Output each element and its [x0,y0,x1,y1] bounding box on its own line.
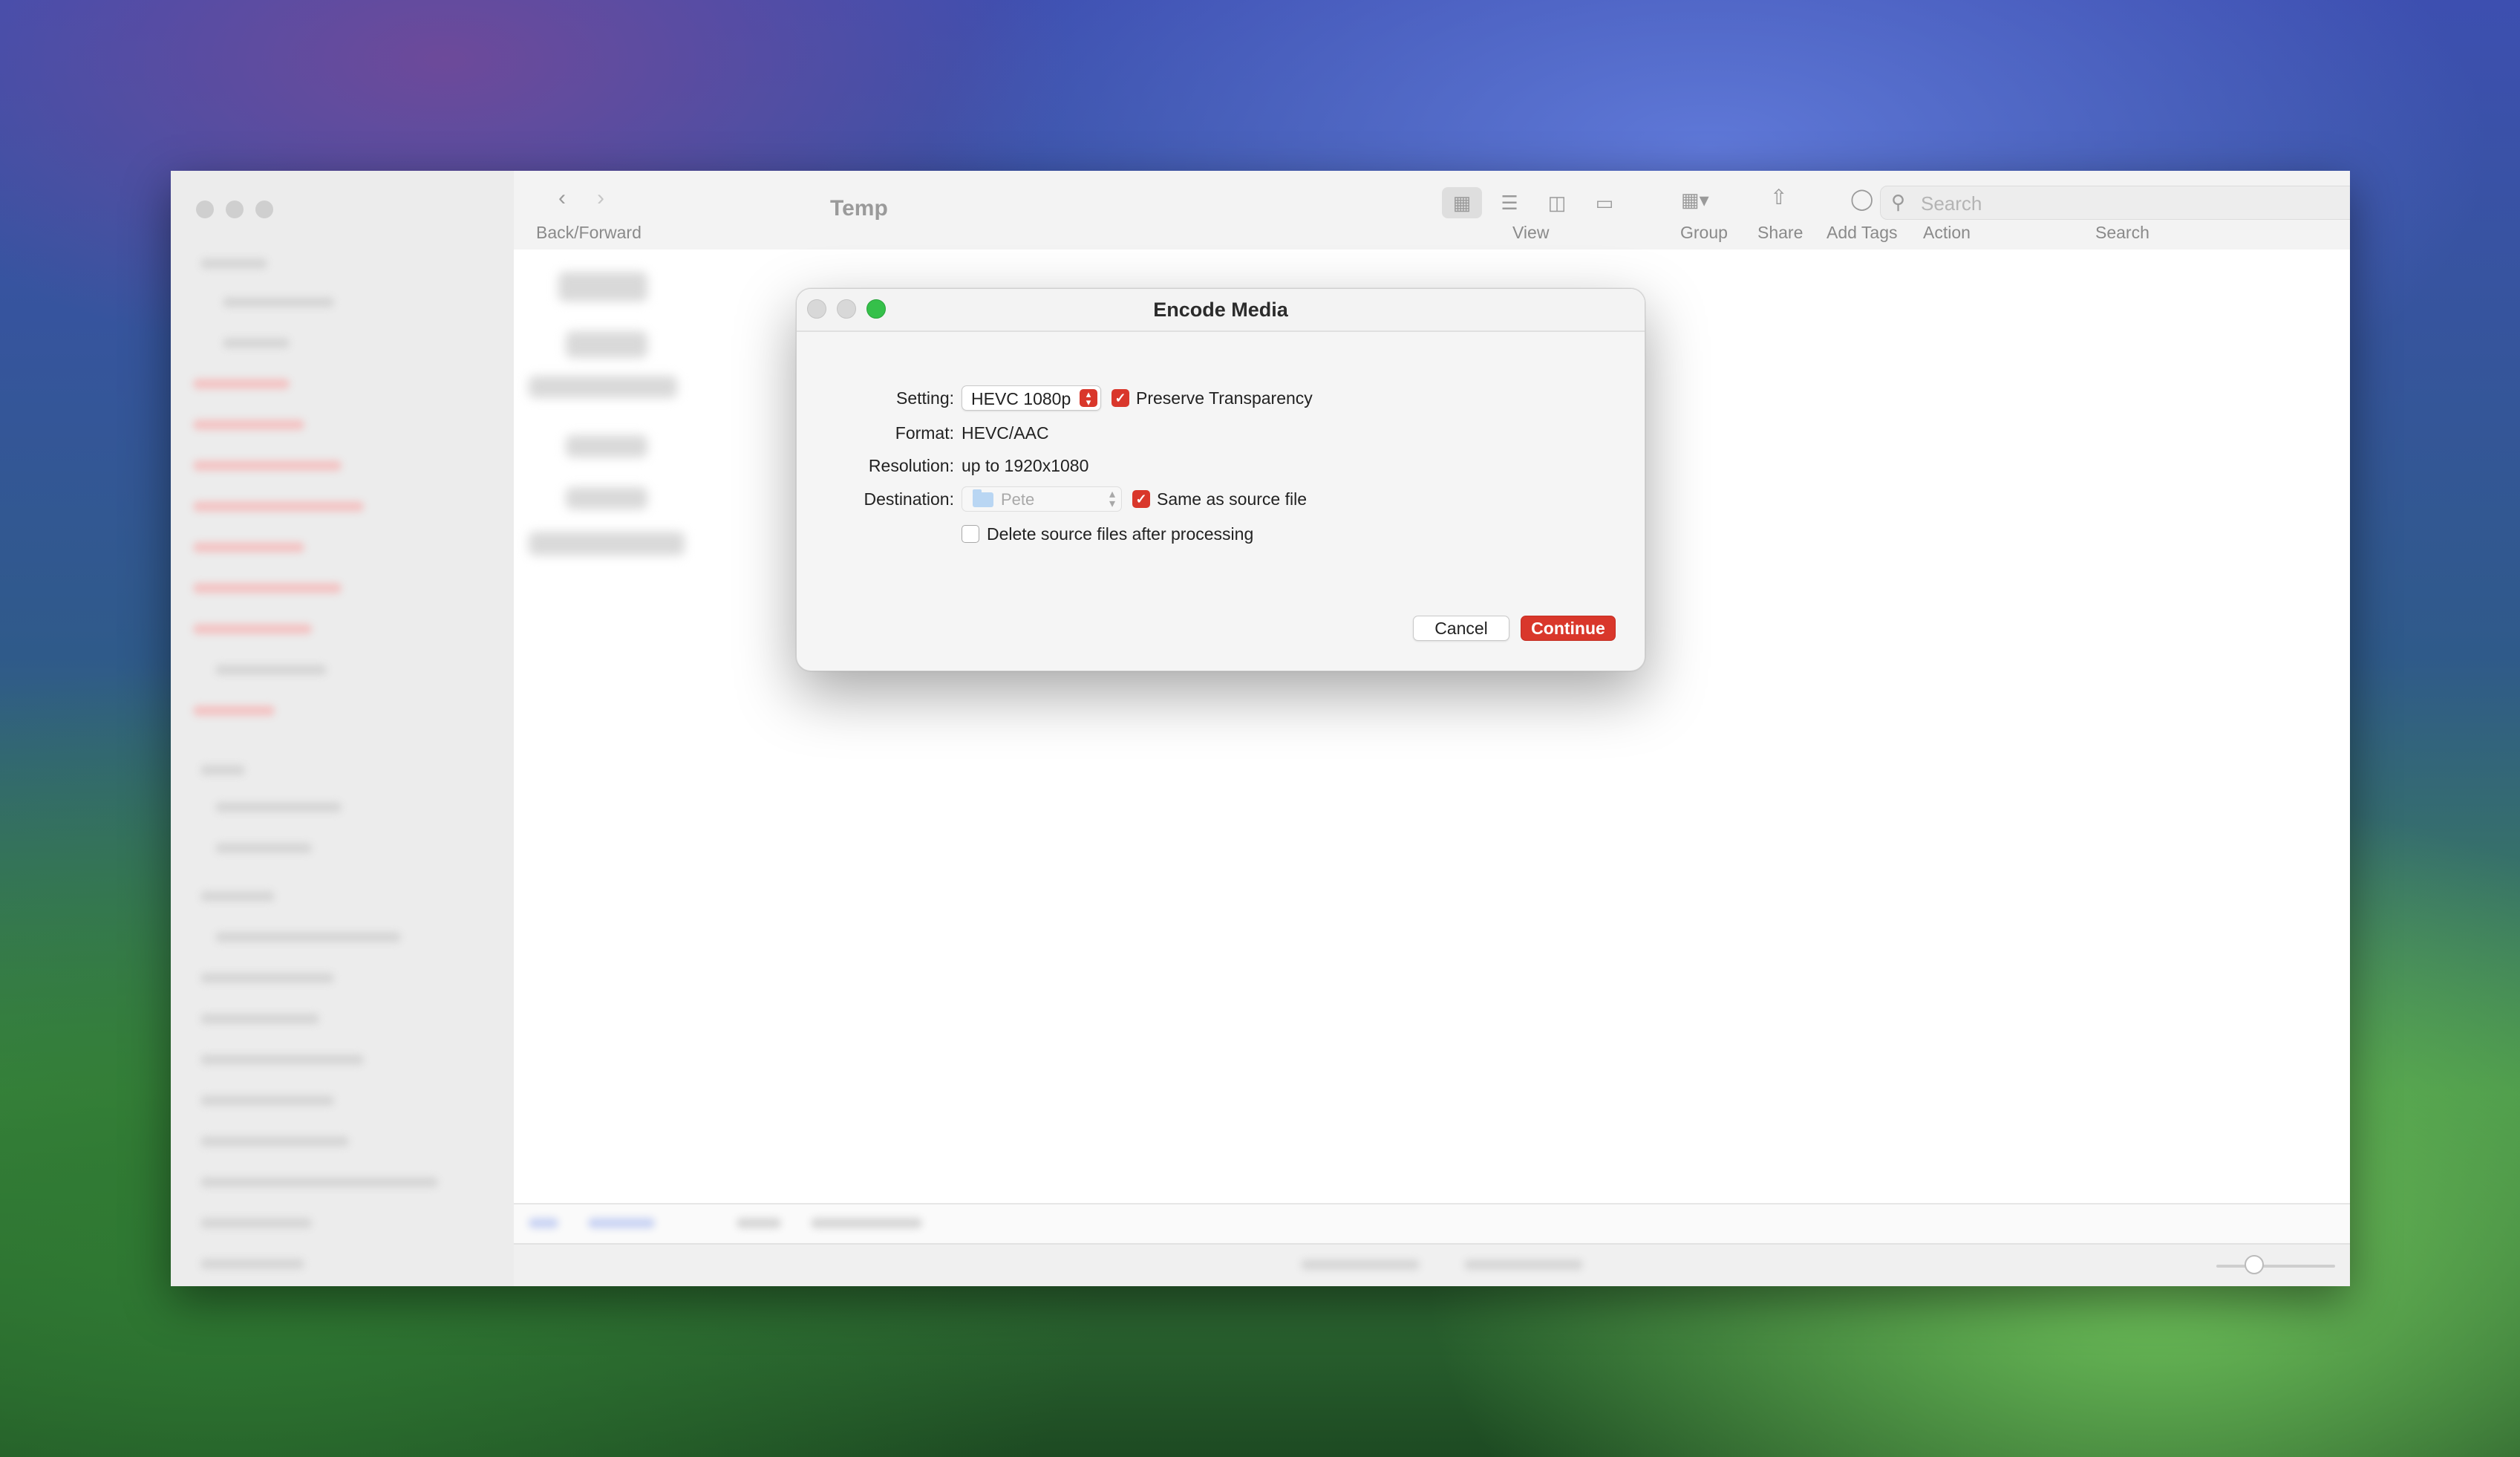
sidebar-blur [215,843,312,853]
close-button[interactable] [196,201,214,218]
sidebar-blur [223,338,290,348]
sidebar [171,171,515,1286]
delete-source-checkbox[interactable] [962,525,979,543]
column-view-icon[interactable]: ◫ [1537,187,1577,218]
setting-popup[interactable]: HEVC 1080p ▴ ▾ [962,385,1101,411]
blurred-file[interactable] [529,532,685,555]
folder-icon [973,489,993,507]
search-label: Search [2095,223,2149,242]
setting-label: Setting: [896,388,954,408]
same-as-source-checkbox[interactable]: ✓ [1132,490,1150,508]
sidebar-blur [200,765,245,775]
path-bar [514,1203,2350,1243]
status-blur [1464,1259,1583,1270]
resolution-label: Resolution: [868,456,954,475]
destination-popup[interactable]: Pete ▴ ▾ [962,486,1122,512]
action-label: Action [1923,223,1971,242]
status-bar [514,1243,2350,1286]
search-field[interactable]: ⚲ [1880,186,2350,221]
blurred-file[interactable] [566,331,647,358]
blurred-file[interactable] [558,272,647,301]
preserve-transparency-checkbox[interactable]: ✓ [1112,389,1129,407]
preserve-transparency-label[interactable]: Preserve Transparency [1136,388,1313,408]
group-label: Group [1680,223,1728,242]
sidebar-blur [200,258,267,269]
sidebar-blur [193,583,342,593]
resolution-value: up to 1920x1080 [962,456,1089,475]
chevron-updown-icon: ▴ ▾ [1109,488,1115,510]
delete-source-label[interactable]: Delete source files after processing [987,524,1253,544]
view-switcher[interactable]: ▦ ☰ ◫ ▭ [1442,187,1625,218]
sidebar-blur [200,1095,334,1106]
blurred-file[interactable] [566,487,647,509]
search-input[interactable] [1919,186,2350,221]
format-value: HEVC/AAC [962,423,1049,443]
sidebar-blur [215,665,327,675]
add-tags-label: Add Tags [1827,223,1898,242]
sidebar-blur [223,297,334,307]
share-label: Share [1757,223,1804,242]
window-controls [196,201,273,218]
destination-label: Destination: [864,489,954,509]
sidebar-blur [200,1055,364,1065]
gallery-view-icon[interactable]: ▭ [1584,187,1625,218]
sidebar-blur [193,542,304,553]
icon-view-icon[interactable]: ▦ [1442,187,1482,218]
view-label: View [1512,223,1550,242]
icon-size-slider[interactable] [2216,1265,2335,1268]
sidebar-blur [193,420,304,430]
zoom-button[interactable] [255,201,273,218]
destination-value: Pete [1001,490,1035,509]
dialog-title: Encode Media [1153,299,1288,321]
setting-value: HEVC 1080p [971,389,1071,408]
group-icon[interactable]: ▦▾ [1681,190,1709,209]
sidebar-blur [193,624,312,634]
sidebar-blur [200,1014,319,1024]
path-blur [588,1218,655,1228]
chevron-updown-icon: ▴ ▾ [1080,389,1097,407]
format-label: Format: [895,423,954,443]
search-icon: ⚲ [1891,191,1906,213]
minimize-button[interactable] [226,201,244,218]
chevron-right-icon[interactable]: › [597,187,604,209]
sidebar-blur [193,379,290,389]
status-blur [1301,1259,1420,1270]
path-blur [529,1218,558,1228]
sidebar-blur [200,1218,312,1228]
chevron-left-icon[interactable]: ‹ [558,187,566,209]
sidebar-blur [215,802,342,812]
sidebar-blur [200,1136,349,1147]
sidebar-blur [193,460,342,471]
sidebar-blur [193,501,364,512]
icon-size-slider-knob[interactable] [2245,1255,2264,1274]
sidebar-blur [200,1177,438,1187]
sidebar-blur [215,932,401,942]
sidebar-blur [200,1259,304,1269]
blurred-file[interactable] [566,435,647,457]
encode-media-dialog: Encode Media Setting: HEVC 1080p ▴ ▾ ✓ Pr… [796,288,1645,671]
sidebar-blur [193,705,275,716]
window-title: Temp [830,196,888,221]
continue-button[interactable]: Continue [1521,616,1616,641]
back-forward-label: Back/Forward [536,223,642,242]
path-blur [737,1218,781,1228]
path-blur [811,1218,922,1228]
share-icon[interactable]: ⇧ [1770,187,1787,208]
list-view-icon[interactable]: ☰ [1489,187,1530,218]
finder-toolbar: ‹ › Back/Forward Temp ▦ ☰ ◫ ▭ View ▦▾ Gr… [514,171,2350,251]
same-as-source-label[interactable]: Same as source file [1157,489,1307,509]
sidebar-blur [200,891,275,902]
dialog-titlebar: Encode Media [797,289,1645,332]
sidebar-blur [200,973,334,983]
blurred-file[interactable] [529,376,677,398]
cancel-button[interactable]: Cancel [1413,616,1509,641]
tag-icon[interactable]: ◯ [1850,189,1873,209]
